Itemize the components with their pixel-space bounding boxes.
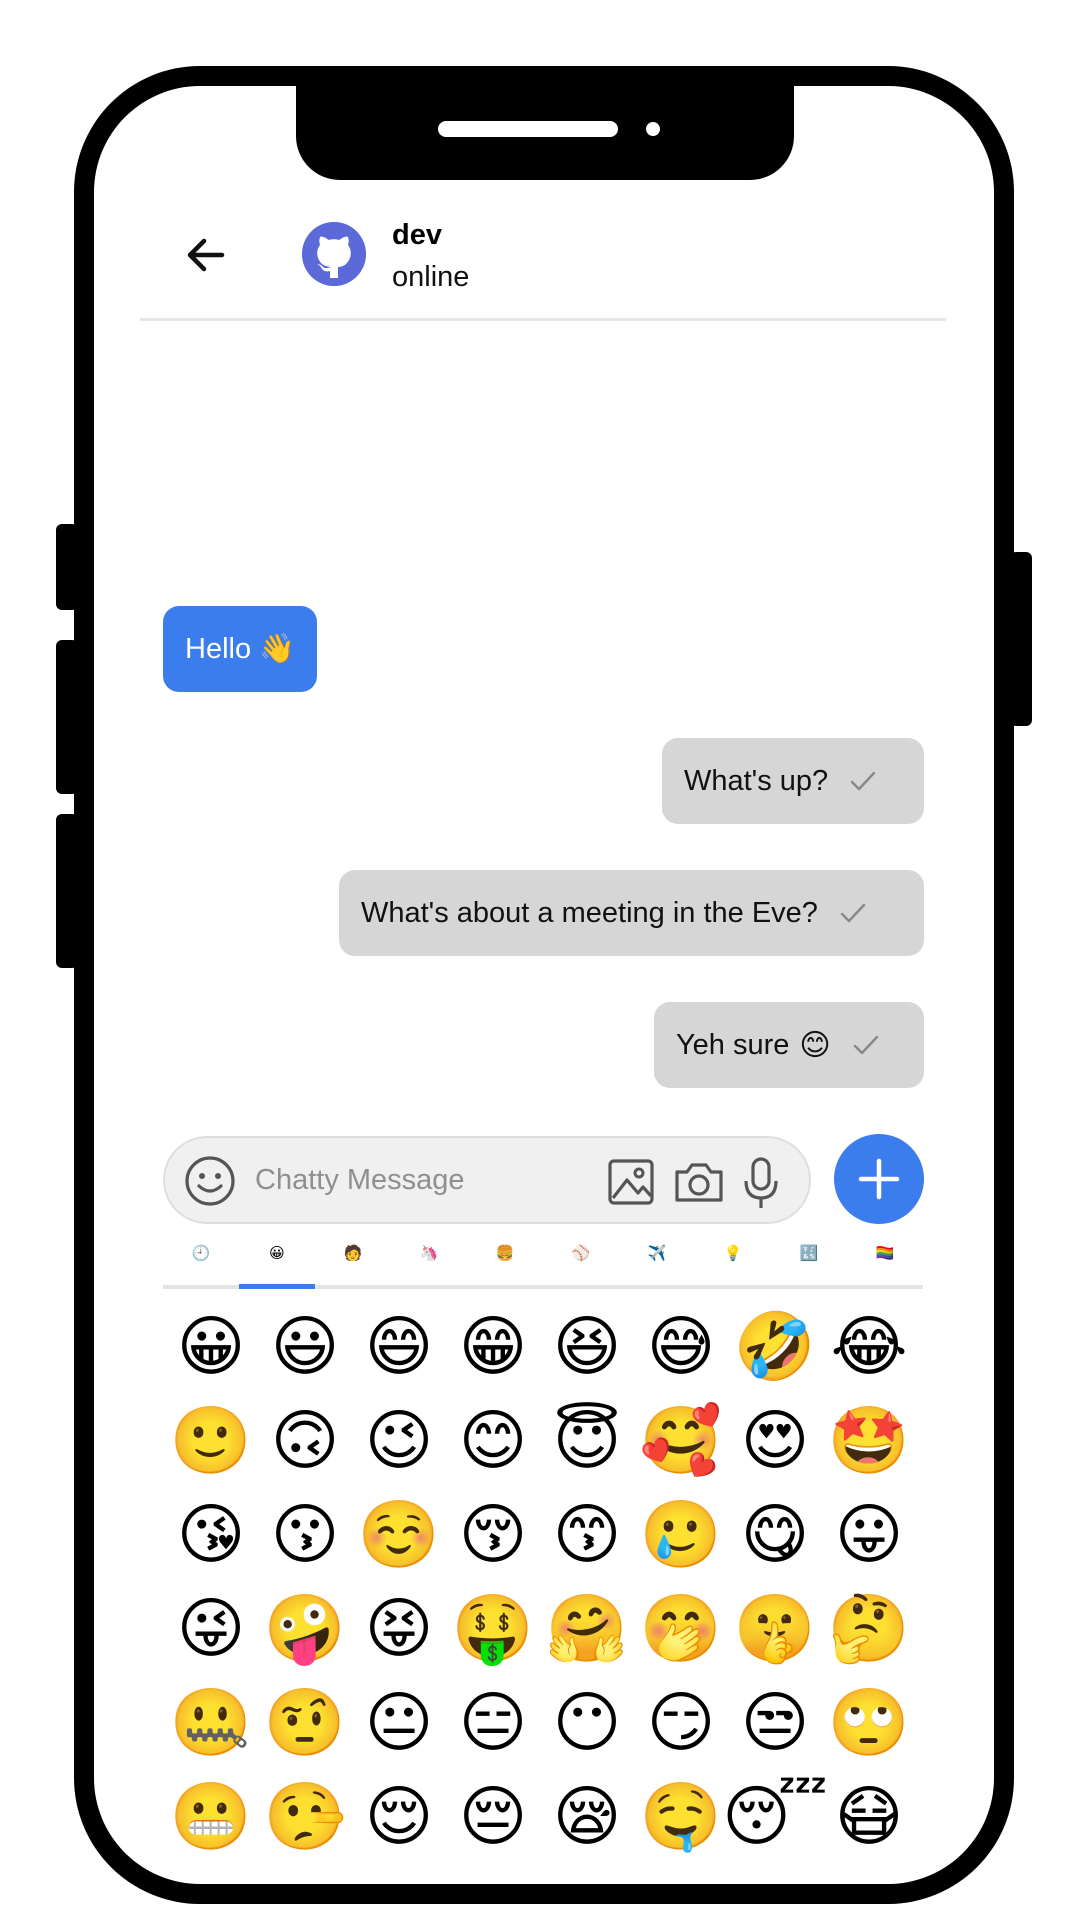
emoji-key[interactable]: 😛 (822, 1488, 916, 1582)
emoji-key[interactable]: 🤨 (258, 1676, 352, 1770)
emoji-category-tab-food[interactable]: 🍔 (467, 1240, 543, 1268)
emoji-key[interactable]: 🙄 (822, 1676, 916, 1770)
emoji-key[interactable]: 🤪 (258, 1582, 352, 1676)
emoji-key[interactable]: 🤑 (446, 1582, 540, 1676)
checkmark-icon (853, 1035, 878, 1055)
message-bubble-outgoing[interactable]: Yeh sure 😊 (654, 1002, 924, 1088)
emoji-key[interactable]: 😚 (446, 1488, 540, 1582)
emoji-toggle-button[interactable] (183, 1154, 237, 1208)
emoji-key[interactable]: 🤤 (634, 1770, 728, 1864)
emoji-key[interactable]: 🤫 (728, 1582, 822, 1676)
emoji-key[interactable]: 😝 (352, 1582, 446, 1676)
emoji-key[interactable]: 😪 (540, 1770, 634, 1864)
emoji-key[interactable]: 😃 (258, 1300, 352, 1394)
voice-message-button[interactable] (741, 1156, 793, 1208)
emoji-grid: 😀 😃 😄 😁 😆 😅 🤣 😂 🙂 🙃 😉 😊 😇 🥰 😍 🤩 😘 😗 ☺️ 😚 😙 🥲 😋 😛 😜 🤪 😝 🤑 🤗 🤭 🤫 🤔 🤐 🤨 😐 😑 😶 😏 😒… (164, 1300, 924, 1864)
message-bubble-outgoing[interactable]: What's about a meeting in the Eve? (339, 870, 924, 956)
emoji-key[interactable]: 😗 (258, 1488, 352, 1582)
emoji-key[interactable]: 😙 (540, 1488, 634, 1582)
emoji-key[interactable]: 😐 (352, 1676, 446, 1770)
emoji-key[interactable]: 😉 (352, 1394, 446, 1488)
phone-mockup: dev online Hello 👋 What's up? What's abo… (0, 0, 1080, 1920)
message-input[interactable]: Chatty Message (255, 1164, 465, 1197)
emoji-category-tabs: 🕘 😀 🧑 🦄 🍔 ⚾ ✈️ 💡 🔣 🏳️‍🌈 (163, 1234, 923, 1290)
emoji-key[interactable]: 🤔 (822, 1582, 916, 1676)
emoji-key[interactable]: 😊 (446, 1394, 540, 1488)
emoji-category-tab-flags[interactable]: 🏳️‍🌈 (847, 1240, 923, 1268)
emoji-key[interactable]: 🙃 (258, 1394, 352, 1488)
emoji-key[interactable]: 😍 (728, 1394, 822, 1488)
emoji-category-tab-recent[interactable]: 🕘 (163, 1240, 239, 1268)
contact-name: dev (392, 219, 442, 251)
camera-icon (675, 1163, 723, 1202)
arrow-left-icon (187, 238, 225, 272)
emoji-key[interactable]: 😜 (164, 1582, 258, 1676)
emoji-key[interactable]: 🤣 (728, 1300, 822, 1394)
message-input-bar: Chatty Message (163, 1136, 811, 1224)
image-icon (608, 1159, 654, 1205)
emoji-key[interactable]: ☺️ (352, 1488, 446, 1582)
emoji-key[interactable]: 🤗 (540, 1582, 634, 1676)
emoji-key[interactable]: 😒 (728, 1676, 822, 1770)
front-camera (646, 122, 660, 136)
emoji-category-tab-symbols[interactable]: 🔣 (771, 1240, 847, 1268)
message-bubble-incoming[interactable]: Hello 👋 (163, 606, 318, 692)
contact-status: online (392, 261, 470, 293)
back-button[interactable] (180, 230, 230, 280)
emoji-key[interactable]: 😔 (446, 1770, 540, 1864)
message-text: Yeh sure (676, 1028, 790, 1061)
active-category-indicator (239, 1284, 315, 1289)
emoji-key[interactable]: 😌 (352, 1770, 446, 1864)
checkmark-icon (840, 903, 866, 923)
emoji-key[interactable]: 😷 (822, 1770, 916, 1864)
checkmark-icon (850, 771, 876, 791)
emoji-category-tab-activities[interactable]: ⚾ (543, 1240, 619, 1268)
emoji-key[interactable]: 😑 (446, 1676, 540, 1770)
message-bubble-outgoing[interactable]: What's up? (662, 738, 924, 824)
emoji-key[interactable]: 🤭 (634, 1582, 728, 1676)
message-text: What's up? (684, 764, 829, 797)
emoji-category-tab-people[interactable]: 🧑 (315, 1240, 391, 1268)
emoji-key[interactable]: 😆 (540, 1300, 634, 1394)
emoji-key[interactable]: 😬 (164, 1770, 258, 1864)
emoji-key[interactable]: 😇 (540, 1394, 634, 1488)
emoji-key[interactable]: 🥰 (634, 1394, 728, 1488)
smiley-icon (185, 1156, 235, 1206)
emoji-key[interactable]: 😴 (722, 1770, 828, 1864)
emoji-key[interactable]: 😅 (634, 1300, 728, 1394)
emoji-key[interactable]: 🤥 (258, 1770, 352, 1864)
emoji-key[interactable]: 😄 (352, 1300, 446, 1394)
emoji-key[interactable]: 😶 (540, 1676, 634, 1770)
notch (296, 80, 794, 180)
speaker-grille (438, 121, 618, 137)
emoji-key[interactable]: 😁 (446, 1300, 540, 1394)
github-octocat-icon (302, 222, 366, 286)
header-divider (140, 318, 946, 321)
emoji-key[interactable]: 🥲 (634, 1488, 728, 1582)
emoji-category-tab-objects[interactable]: 💡 (695, 1240, 771, 1268)
attach-image-button[interactable] (605, 1156, 657, 1208)
emoji-key[interactable]: 🤩 (822, 1394, 916, 1488)
message-text: What's about a meeting in the Eve? (361, 896, 818, 929)
emoji-key[interactable]: 😋 (728, 1488, 822, 1582)
avatar[interactable] (302, 222, 366, 286)
emoji-category-tab-animals[interactable]: 🦄 (391, 1240, 467, 1268)
microphone-icon (744, 1157, 778, 1208)
emoji-category-tab-smileys[interactable]: 😀 (239, 1240, 315, 1268)
plus-icon (858, 1158, 900, 1200)
emoji-key[interactable]: 😂 (822, 1300, 916, 1394)
emoji-key[interactable]: 🙂 (164, 1394, 258, 1488)
message-text: Hello 👋 (185, 633, 296, 665)
emoji-category-tab-travel[interactable]: ✈️ (619, 1240, 695, 1268)
emoji-key[interactable]: 😏 (634, 1676, 728, 1770)
camera-button[interactable] (671, 1156, 723, 1208)
message-emoji: 😊 (799, 1028, 831, 1062)
add-button[interactable] (834, 1134, 924, 1224)
emoji-key[interactable]: 🤐 (164, 1676, 258, 1770)
emoji-key[interactable]: 😘 (164, 1488, 258, 1582)
emoji-key[interactable]: 😀 (164, 1300, 258, 1394)
